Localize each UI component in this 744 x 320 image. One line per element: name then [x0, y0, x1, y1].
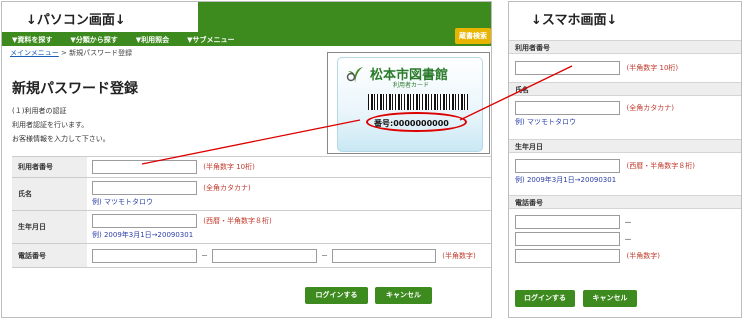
breadcrumb: メインメニュー > 新規パスワード登録 — [10, 48, 132, 58]
sp-phone-label: 電話番号 — [509, 195, 741, 209]
sp-login-button[interactable]: ログインする — [515, 290, 575, 307]
breadcrumb-home-link[interactable]: メインメニュー — [10, 49, 59, 57]
cancel-button[interactable]: キャンセル — [375, 287, 432, 304]
form-row-card-number: 利用者番号 (半角数字 10桁) — [12, 156, 491, 178]
sp-name-label: 氏名 — [509, 82, 741, 96]
sp-birthdate-label: 生年月日 — [509, 139, 741, 153]
card-number-highlight — [366, 112, 467, 132]
pc-main-menu: ▼資料を探す ▼分類から探す ▼利用照会 ▼サブメニュー — [2, 33, 491, 46]
section-description: 利用者認証を行います。 — [12, 121, 89, 129]
barcode-graphic — [368, 94, 468, 110]
card-number-input[interactable] — [92, 160, 197, 174]
phone-dash-1: － — [201, 251, 208, 260]
phone-input-1[interactable] — [92, 248, 197, 263]
phone-dash-2: － — [321, 251, 328, 260]
breadcrumb-separator: > — [61, 49, 67, 57]
birthdate-note: (西暦・半角数字８桁) — [203, 217, 272, 225]
library-card: 松本市図書館 利用者カード 番号:0000000000 — [337, 57, 483, 152]
sp-phone-input-1[interactable] — [515, 215, 620, 229]
phone-input-2[interactable] — [212, 248, 317, 263]
sp-screen-caption: ↓スマホ画面↓ — [509, 2, 741, 32]
menu-submenu[interactable]: ▼サブメニュー — [177, 33, 242, 46]
form-row-phone: 電話番号 － － (半角数字) — [12, 243, 491, 268]
form-row-birthdate: 生年月日 (西暦・半角数字８桁) 例) 2009年3月1日→20090301 — [12, 210, 491, 244]
sp-phone-dash-2: － — [624, 234, 632, 244]
breadcrumb-current: 新規パスワード登録 — [69, 49, 133, 57]
sp-phone-input-3[interactable] — [515, 249, 620, 263]
library-logo-icon — [346, 67, 363, 83]
sp-birthdate-example: 例) 2009年3月1日→20090301 — [515, 176, 617, 184]
name-label: 氏名 — [12, 177, 87, 211]
birthdate-input[interactable] — [92, 214, 197, 228]
smartphone-screen-panel: ↓スマホ画面↓ 利用者番号 (半角数字 10桁) 氏名 (全角カタカナ) 例) … — [508, 1, 742, 318]
section-heading: (１)利用者の認証 — [12, 107, 67, 115]
sp-card-number-label: 利用者番号 — [509, 40, 741, 54]
sp-birthdate-note: (西暦・半角数字８桁) — [626, 162, 696, 170]
login-button[interactable]: ログインする — [305, 287, 368, 304]
phone-input-3[interactable] — [332, 248, 436, 263]
pc-screen-panel: ↓パソコン画面↓ ▼資料を探す ▼分類から探す ▼利用照会 ▼サブメニュー 蔵書… — [1, 1, 492, 318]
form-row-name: 氏名 (全角カタカナ) 例) マツモトタロウ — [12, 177, 491, 211]
section-instruction: お客様情報を入力して下さい。 — [12, 135, 110, 143]
card-type-label: 利用者カード — [393, 82, 430, 89]
name-note: (全角カタカナ) — [203, 184, 251, 192]
screenshot-stage: ↓パソコン画面↓ ▼資料を探す ▼分類から探す ▼利用照会 ▼サブメニュー 蔵書… — [0, 0, 744, 320]
name-input[interactable] — [92, 181, 197, 195]
card-number-label: 利用者番号 — [12, 156, 87, 178]
library-card-inset: 松本市図書館 利用者カード 番号:0000000000 — [327, 52, 490, 154]
birthdate-label: 生年月日 — [12, 210, 87, 244]
menu-usage-inquiry[interactable]: ▼利用照会 — [126, 33, 177, 46]
sp-name-input[interactable] — [515, 101, 620, 115]
menu-search-materials[interactable]: ▼資料を探す — [2, 33, 60, 46]
card-number-note: (半角数字 10桁) — [203, 163, 255, 171]
sp-card-number-note: (半角数字 10桁) — [626, 64, 679, 72]
menu-browse-categories[interactable]: ▼分類から探す — [60, 33, 125, 46]
page-title: 新規パスワード登録 — [12, 81, 138, 97]
pc-screen-caption: ↓パソコン画面↓ — [2, 2, 198, 32]
sp-name-example: 例) マツモトタロウ — [515, 118, 576, 126]
sp-cancel-button[interactable]: キャンセル — [583, 290, 637, 307]
phone-label: 電話番号 — [12, 243, 87, 268]
sp-card-number-input[interactable] — [515, 61, 620, 75]
sp-phone-dash-1: － — [624, 217, 632, 227]
name-example: 例) マツモトタロウ — [92, 198, 153, 206]
authentication-form: 利用者番号 (半角数字 10桁) 氏名 (全角カタカナ) 例) マツモトタロウ … — [12, 156, 491, 268]
phone-note: (半角数字) — [442, 251, 476, 260]
collection-search-button[interactable]: 蔵書検索 — [455, 28, 491, 44]
birthdate-example: 例) 2009年3月1日→20090301 — [92, 231, 194, 239]
sp-birthdate-input[interactable] — [515, 159, 620, 173]
sp-phone-note: (半角数字) — [626, 252, 661, 260]
sp-name-note: (全角カタカナ) — [626, 104, 675, 112]
sp-phone-input-2[interactable] — [515, 232, 620, 246]
